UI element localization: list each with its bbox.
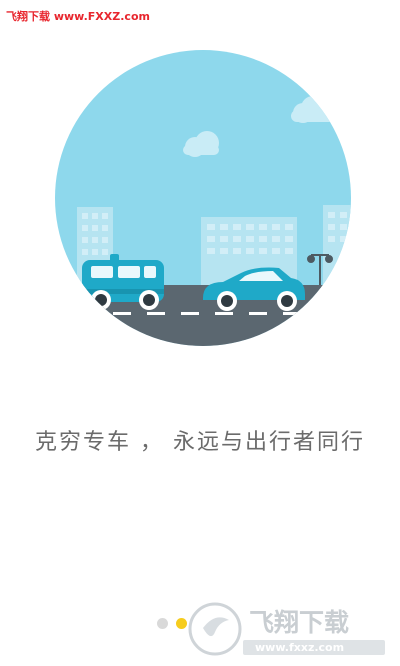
- brand-watermark-logo: 飞翔下载 www.fxxz.com: [188, 602, 385, 656]
- onboarding-screen: 飞翔下载 www.FXXZ.com 克穷专车 ， 永远与出行者同行 飞翔下载 w…: [0, 0, 400, 666]
- page-dot[interactable]: [157, 618, 168, 629]
- slogan-text: 克穷专车 ， 永远与出行者同行: [35, 430, 365, 455]
- city-cars-illustration: [55, 50, 351, 346]
- logo-url: www.fxxz.com: [255, 641, 344, 654]
- site-watermark: 飞翔下载 www.FXXZ.com: [6, 10, 150, 23]
- van-icon: [82, 254, 164, 310]
- buildings-right: [323, 205, 351, 287]
- logo-title: 飞翔下载: [249, 608, 349, 637]
